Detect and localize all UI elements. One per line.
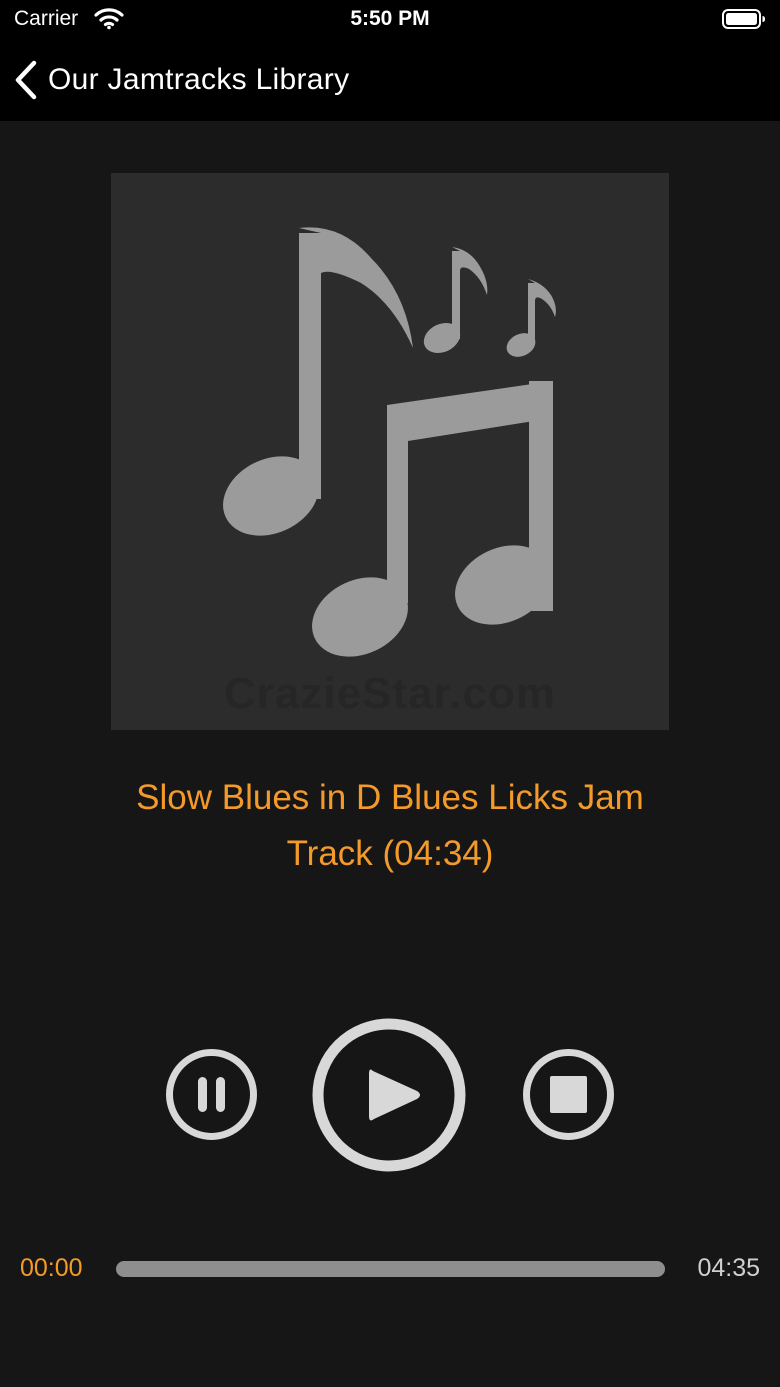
battery-icon [722,9,765,29]
duration-time: 04:35 [697,1254,760,1282]
play-icon [369,1069,420,1121]
stop-button[interactable] [521,1047,616,1142]
back-button[interactable]: Our Jamtracks Library [12,58,349,102]
pause-button[interactable] [164,1047,259,1142]
stop-icon [550,1076,587,1113]
pause-icon [198,1077,225,1112]
elapsed-time: 00:00 [20,1254,83,1282]
status-bar: Carrier 5:50 PM [0,0,780,40]
play-button[interactable] [311,1017,467,1173]
progress-slider[interactable] [116,1261,665,1277]
chevron-left-icon [15,60,37,100]
status-time: 5:50 PM [350,7,430,30]
album-artwork: CrazieStar.com [111,173,669,730]
back-label: Our Jamtracks Library [48,63,350,96]
track-title: Slow Blues in D Blues Licks Jam Track (0… [136,778,644,873]
nav-bar: Our Jamtracks Library [0,40,780,121]
music-notes-icon [223,227,556,657]
